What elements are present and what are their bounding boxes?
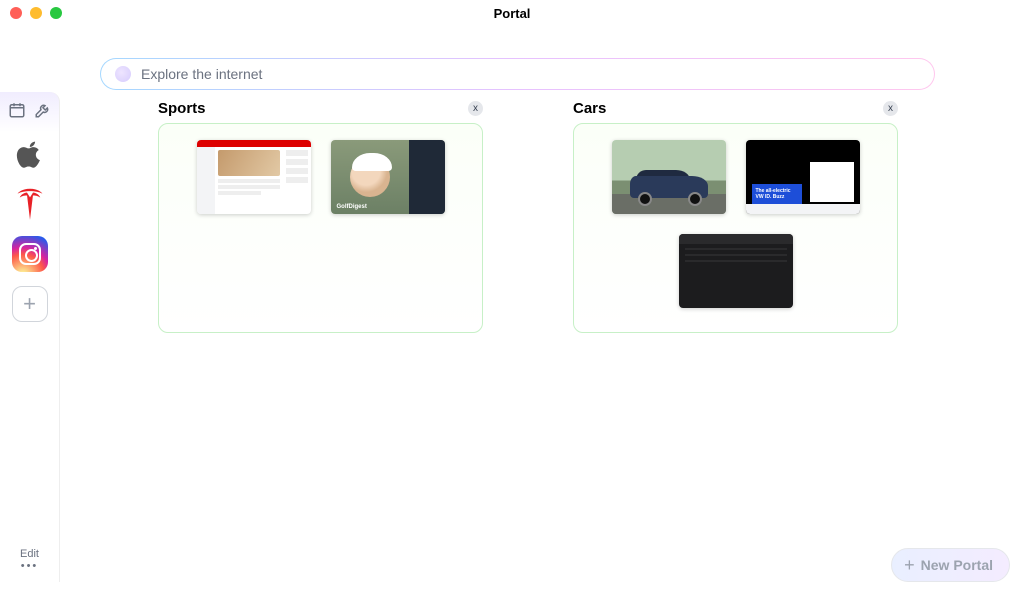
group-sports: Sports x	[158, 100, 483, 333]
search-bar[interactable]	[100, 58, 935, 90]
edit-label: Edit	[0, 548, 59, 560]
search-input[interactable]	[141, 66, 920, 82]
thumb-overlay-text: GolfDigest	[337, 204, 367, 210]
sidebar-edit[interactable]: Edit •••	[0, 548, 59, 572]
window-title: Portal	[0, 6, 1024, 21]
more-icon: •••	[0, 560, 59, 572]
group-panel: The all-electric VW ID. Buzz	[573, 123, 898, 333]
sidebar-app-tesla[interactable]	[12, 186, 48, 222]
main-content: Sports x	[60, 100, 1024, 596]
new-portal-label: New Portal	[921, 557, 993, 573]
sidebar-app-apple[interactable]	[12, 136, 48, 172]
group-panel: GolfDigest	[158, 123, 483, 333]
wrench-icon[interactable]	[33, 100, 53, 120]
tab-thumbnail-vw[interactable]: The all-electric VW ID. Buzz	[746, 140, 860, 214]
close-group-button[interactable]: x	[468, 101, 483, 116]
tab-thumbnail-car[interactable]	[612, 140, 726, 214]
group-title: Sports	[158, 100, 206, 117]
plus-icon: +	[904, 555, 915, 576]
calendar-icon[interactable]	[7, 100, 27, 120]
sidebar-app-instagram[interactable]	[12, 236, 48, 272]
group-cars: Cars x The all-electric VW ID. Buzz	[573, 100, 898, 333]
new-portal-button[interactable]: + New Portal	[891, 548, 1010, 582]
add-app-button[interactable]: +	[12, 286, 48, 322]
tab-thumbnail-espn[interactable]	[197, 140, 311, 214]
tab-thumbnail-dark[interactable]	[679, 234, 793, 308]
sidebar: + Edit •••	[0, 92, 60, 582]
close-group-button[interactable]: x	[883, 101, 898, 116]
thumb-caption: The all-electric VW ID. Buzz	[756, 188, 791, 200]
tab-thumbnail-golf[interactable]: GolfDigest	[331, 140, 445, 214]
group-title: Cars	[573, 100, 606, 117]
globe-icon	[115, 66, 131, 82]
